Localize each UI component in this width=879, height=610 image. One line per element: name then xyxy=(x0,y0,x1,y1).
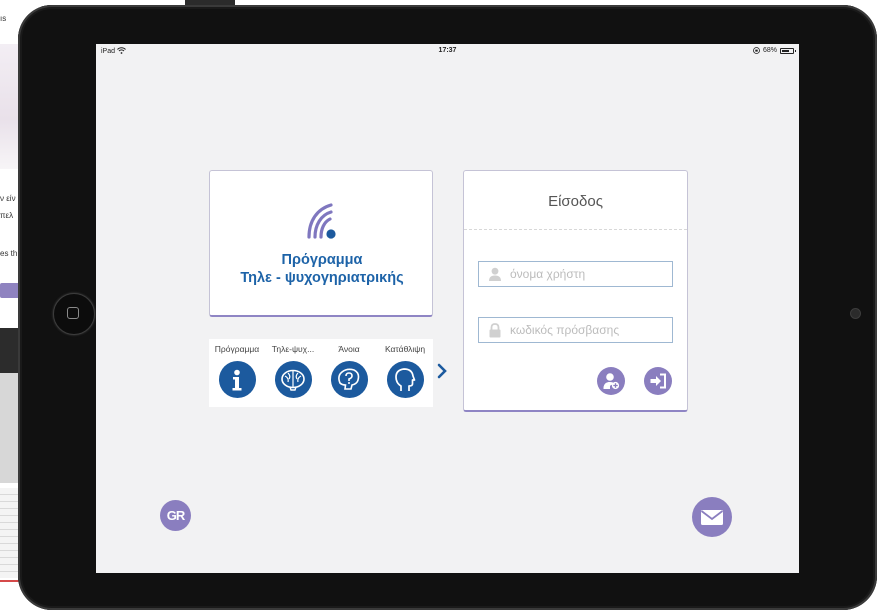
app-screen: iPad 17:37 68% Πρόγραμμα Τηλε - ψυχογηρι… xyxy=(96,44,799,573)
battery-icon xyxy=(780,47,796,54)
camera-icon xyxy=(850,308,861,319)
icon-item-depression[interactable]: Κατάθλιψη xyxy=(377,339,433,407)
signal-logo-icon xyxy=(307,203,336,239)
login-divider xyxy=(464,229,687,230)
register-button[interactable] xyxy=(597,367,625,395)
info-icon[interactable] xyxy=(218,361,256,398)
orientation-lock-icon xyxy=(753,47,760,54)
program-title: Πρόγραμμα Τηλε - ψυχογηριατρικής xyxy=(210,251,434,287)
program-title-line2: Τηλε - ψυχογηριατρικής xyxy=(240,270,404,286)
head-question-icon[interactable] xyxy=(330,361,368,398)
mail-button[interactable] xyxy=(692,497,732,537)
status-right: 68% xyxy=(753,47,796,54)
add-user-icon xyxy=(603,373,620,390)
icon-item-program[interactable]: Πρόγραμμα xyxy=(209,339,265,407)
login-title: Είσοδος xyxy=(548,193,603,210)
background-text: ν είν xyxy=(0,194,16,203)
background-text: ıs xyxy=(0,14,7,23)
username-field[interactable] xyxy=(478,261,673,287)
login-button[interactable] xyxy=(644,367,672,395)
password-input[interactable] xyxy=(506,318,672,342)
status-bar: iPad 17:37 68% xyxy=(96,44,799,58)
icon-label: Κατάθλιψη xyxy=(384,344,426,354)
username-input[interactable] xyxy=(506,262,672,286)
head-profile-icon[interactable] xyxy=(386,361,424,398)
icon-label: Άνοια xyxy=(338,344,360,354)
program-card[interactable]: Πρόγραμμα Τηλε - ψυχογηριατρικής xyxy=(209,170,433,317)
icon-item-telepsych[interactable]: Τηλε-ψυχ... xyxy=(265,339,321,407)
home-button[interactable] xyxy=(53,293,95,335)
icon-label: Τηλε-ψυχ... xyxy=(271,344,315,354)
home-square-icon xyxy=(67,307,79,319)
password-field[interactable] xyxy=(478,317,673,343)
icon-item-dementia[interactable]: Άνοια xyxy=(321,339,377,407)
background-text: πελ xyxy=(0,211,14,220)
lock-icon xyxy=(484,319,506,341)
sign-in-icon xyxy=(650,373,666,389)
user-icon xyxy=(484,263,506,285)
chevron-right-icon[interactable] xyxy=(436,361,448,381)
login-card: Είσοδος xyxy=(463,170,688,412)
info-icon-row: Πρόγραμμα Τηλε-ψυχ... Άνοια Κατάθλιψη xyxy=(209,339,433,407)
program-title-line1: Πρόγραμμα xyxy=(281,252,363,268)
brain-icon[interactable] xyxy=(274,361,312,398)
battery-percent: 68% xyxy=(762,47,777,54)
background-text: es th xyxy=(0,249,18,258)
status-time: 17:37 xyxy=(438,47,457,54)
icon-label: Πρόγραμμα xyxy=(214,344,260,354)
language-button[interactable]: GR xyxy=(160,500,191,531)
envelope-icon xyxy=(700,509,724,525)
